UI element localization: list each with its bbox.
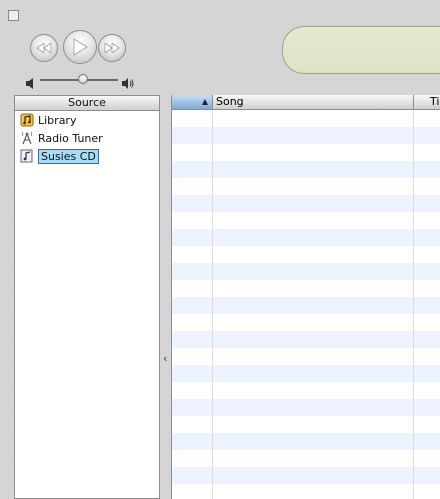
volume-slider[interactable] [26, 74, 134, 89]
previous-track-button[interactable] [30, 34, 58, 62]
volume-knob[interactable] [77, 74, 88, 84]
playback-controls [24, 30, 134, 70]
source-item-label: Susies CD [38, 148, 99, 164]
play-icon [73, 38, 88, 56]
source-item-label: Radio Tuner [38, 131, 103, 145]
cd-icon [19, 148, 35, 164]
speaker-high-icon [122, 74, 134, 93]
column-divider [413, 110, 414, 499]
speaker-low-icon [26, 74, 34, 93]
library-icon [19, 112, 35, 128]
source-item-library[interactable]: Library [15, 111, 159, 129]
column-header-number[interactable]: ▲ [172, 95, 213, 109]
play-button[interactable] [63, 30, 97, 64]
column-divider [212, 110, 213, 499]
column-header-time[interactable]: Ti [413, 95, 439, 109]
window-zoom-icon[interactable] [8, 10, 19, 21]
pane-splitter-handle[interactable]: ‹ [163, 352, 167, 365]
radio-tower-icon [19, 130, 35, 146]
next-track-button[interactable] [98, 34, 126, 62]
fast-forward-icon [104, 43, 120, 53]
rewind-icon [36, 43, 52, 53]
source-item-radio-tuner[interactable]: Radio Tuner [15, 129, 159, 147]
source-list: Source Library Radio Tuner Susies CD [14, 95, 160, 499]
source-header[interactable]: Source [15, 96, 159, 111]
song-list-header: ▲ Song Ti [172, 95, 440, 110]
source-item-susies-cd[interactable]: Susies CD [15, 147, 159, 165]
sort-ascending-icon: ▲ [201, 97, 208, 106]
song-list: ▲ Song Ti [171, 95, 440, 499]
status-display [282, 26, 440, 74]
source-item-label: Library [38, 113, 77, 127]
column-header-song[interactable]: Song [216, 95, 244, 109]
